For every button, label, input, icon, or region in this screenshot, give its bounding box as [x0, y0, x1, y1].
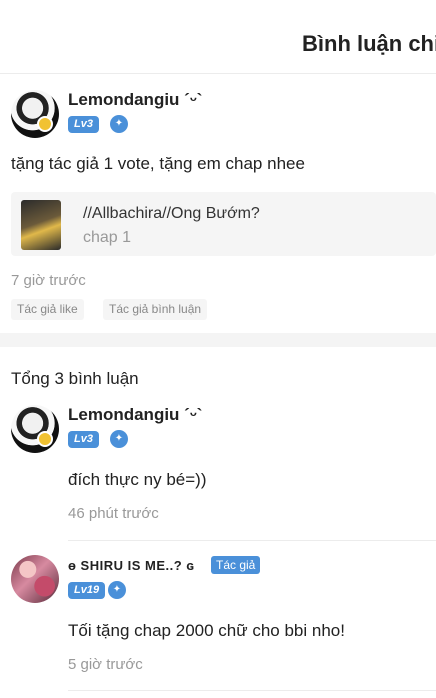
- badge-icon: [37, 116, 53, 132]
- level-badge: Lv19: [68, 582, 106, 599]
- comment-time: 7 giờ trước: [11, 272, 86, 289]
- comment-time: 5 giờ trước: [68, 656, 143, 673]
- chapter-card[interactable]: //Allbachira//Ong Bướm? chap 1: [11, 192, 436, 256]
- chapter-label: chap 1: [83, 229, 132, 246]
- avatar[interactable]: [11, 405, 59, 453]
- username[interactable]: Lemondangiu ´ᵕ`: [68, 90, 202, 110]
- total-comments: Tổng 3 bình luận: [11, 369, 139, 388]
- section-divider: [0, 333, 436, 347]
- header: Bình luận chi: [0, 0, 436, 74]
- comment-time: 46 phút trước: [68, 505, 159, 522]
- comment-text: đích thực ny bé=)): [68, 470, 207, 489]
- shield-icon: ✦: [110, 430, 128, 448]
- avatar[interactable]: [11, 90, 59, 138]
- comment-text: tặng tác giả 1 vote, tặng em chap nhee: [11, 154, 305, 173]
- level-badge: Lv3: [68, 431, 99, 448]
- author-reply-tag: Tác giả bình luận: [103, 299, 208, 320]
- author-like-tag: Tác giả like: [11, 299, 84, 320]
- book-title: //Allbachira//Ong Bướm?: [83, 205, 260, 222]
- username[interactable]: ɵ SHIRU IS ME..? ɢ: [68, 558, 194, 573]
- username[interactable]: Lemondangiu ´ᵕ`: [68, 405, 202, 425]
- divider: [68, 690, 436, 691]
- divider: [68, 540, 436, 541]
- avatar[interactable]: [11, 555, 59, 603]
- author-badge: Tác giả: [211, 556, 261, 574]
- book-cover-image: [21, 200, 61, 250]
- shield-icon: ✦: [108, 581, 126, 599]
- level-badge: Lv3: [68, 116, 99, 133]
- comment-text: Tối tặng chap 2000 chữ cho bbi nho!: [68, 621, 345, 640]
- badge-icon: [37, 431, 53, 447]
- shield-icon: ✦: [110, 115, 128, 133]
- page-title: Bình luận chi: [302, 31, 436, 56]
